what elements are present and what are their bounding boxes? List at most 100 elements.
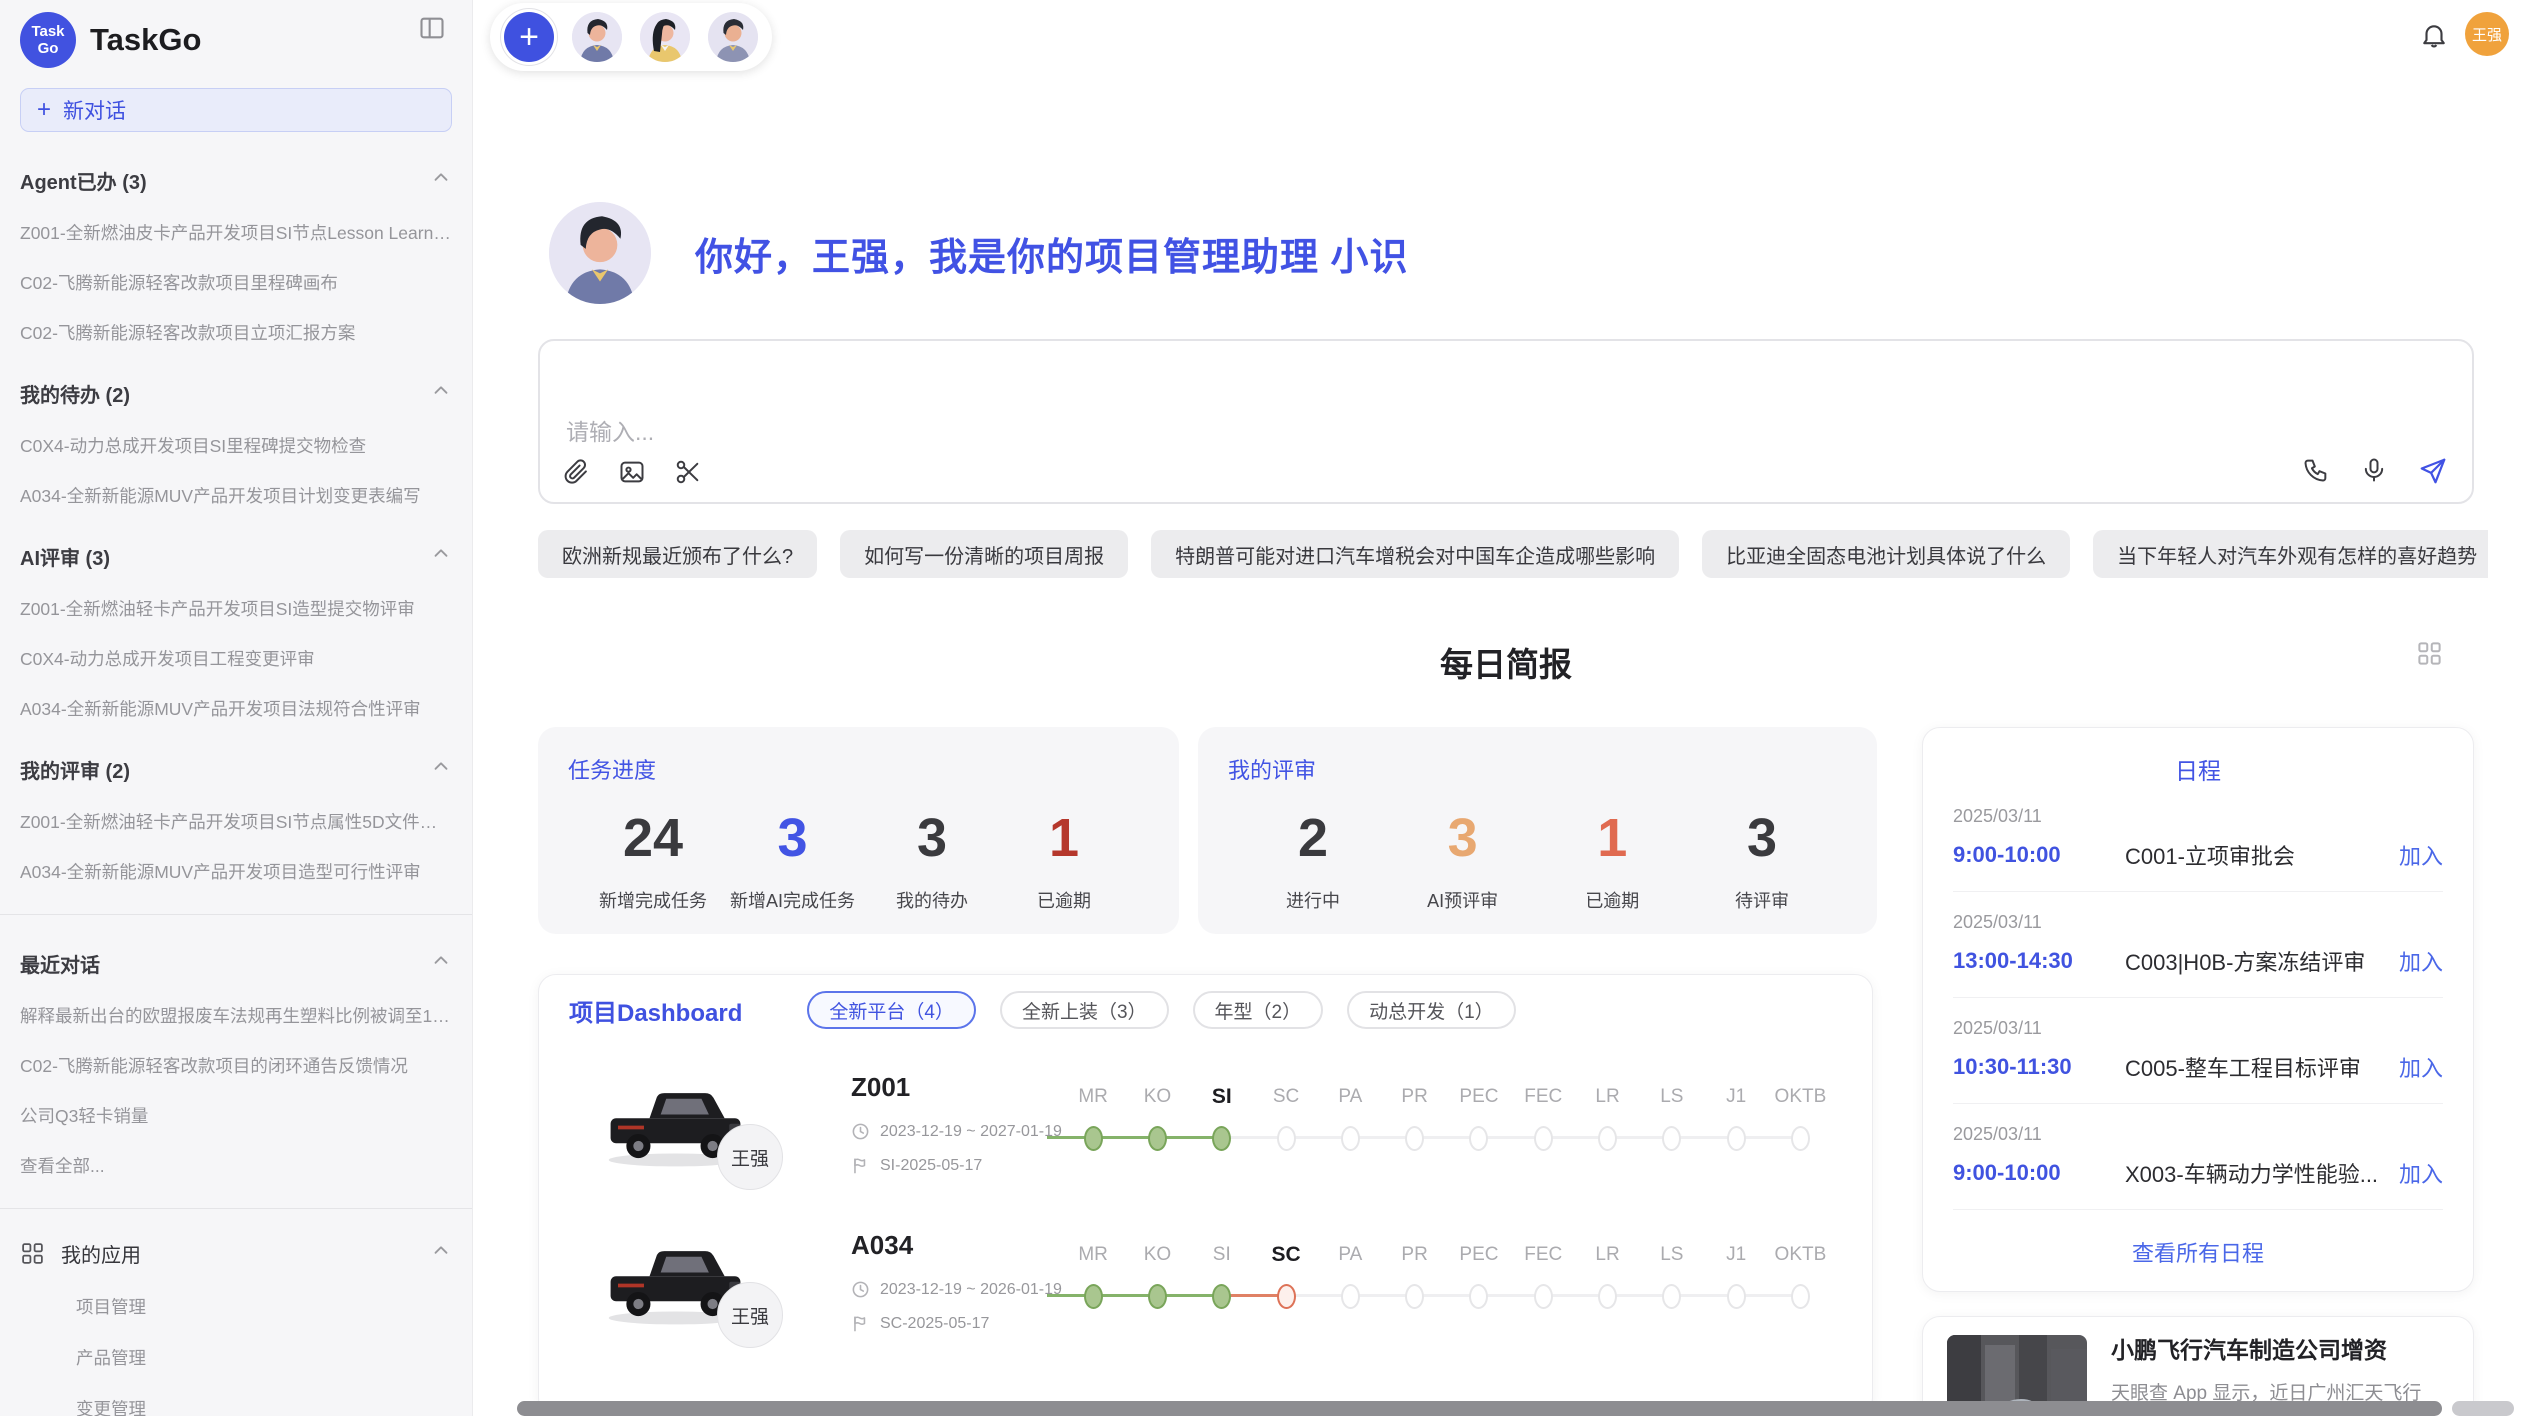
scissors-icon[interactable] [674,458,702,486]
horizontal-scrollbar[interactable] [517,1401,2442,1416]
milestone-dot[interactable] [1277,1284,1296,1309]
milestone-dot[interactable] [1727,1126,1746,1151]
join-link[interactable]: 加入 [2399,945,2443,977]
stat-item: 3AI预评审 [1408,807,1518,913]
stat-label: AI预评审 [1408,887,1518,913]
sidebar-section-header[interactable]: 我的待办 (2) [20,379,452,408]
bell-icon[interactable] [2419,20,2449,50]
plus-icon: + [37,100,51,120]
sidebar-item[interactable]: 公司Q3轻卡销量 [20,1103,452,1128]
milestone-dot[interactable] [1727,1284,1746,1309]
layout-grid-icon[interactable] [2416,640,2443,667]
chevron-up-icon[interactable] [430,1240,452,1267]
sidebar-item[interactable]: C0X4-动力总成开发项目工程变更评审 [20,646,452,671]
sidebar-section-header[interactable]: Agent已办 (3) [20,166,452,195]
milestone-dot[interactable] [1598,1126,1617,1151]
sidebar-app-item[interactable]: 变更管理 [76,1396,452,1416]
add-agent-button[interactable]: + [504,12,554,62]
milestone-dot[interactable] [1405,1284,1424,1309]
paperclip-icon[interactable] [562,458,590,486]
suggestion-chip[interactable]: 特朗普可能对进口汽车增税会对中国车企造成哪些影响 [1151,530,1679,578]
phone-icon[interactable] [2302,456,2330,486]
new-chat-button[interactable]: + 新对话 [20,88,452,132]
milestone-dot[interactable] [1212,1126,1231,1151]
sidebar-item[interactable]: Z001-全新燃油皮卡产品开发项目SI节点Lesson Learn报告 [20,220,452,245]
sidebar-item[interactable]: C02-飞腾新能源轻客改款项目立项汇报方案 [20,320,452,345]
sidebar-collapse-icon[interactable] [418,14,446,42]
chevron-up-icon[interactable] [430,950,452,977]
milestone-dot[interactable] [1662,1284,1681,1309]
mic-icon[interactable] [2360,456,2388,486]
milestone-dot[interactable] [1534,1284,1553,1309]
milestone-dot[interactable] [1469,1126,1488,1151]
suggestion-chip[interactable]: 如何写一份清晰的项目周报 [840,530,1128,578]
dashboard-tab[interactable]: 年型（2） [1193,991,1324,1029]
sidebar-item[interactable]: C02-飞腾新能源轻客改款项目里程碑画布 [20,270,452,295]
join-link[interactable]: 加入 [2399,1051,2443,1083]
image-icon[interactable] [618,458,646,486]
agent-avatar-2[interactable] [640,12,690,62]
milestone-dot[interactable] [1662,1126,1681,1151]
milestone-label: SI [1190,1084,1254,1110]
project-code: Z001 [851,1072,910,1103]
sidebar-item[interactable]: C02-飞腾新能源轻客改款项目的闭环通告反馈情况 [20,1053,452,1078]
sidebar-item[interactable]: A034-全新新能源MUV产品开发项目法规符合性评审 [20,696,452,721]
sidebar-item[interactable]: A034-全新新能源MUV产品开发项目计划变更表编写 [20,483,452,508]
stat-label: 待评审 [1707,887,1817,913]
sidebar-app-item[interactable]: 项目管理 [76,1294,452,1319]
stat-item: 3待评审 [1707,807,1817,913]
chat-input[interactable]: 请输入... [538,339,2474,504]
milestone-dot[interactable] [1084,1284,1103,1309]
chevron-up-icon[interactable] [430,543,452,570]
agent-avatar-1[interactable] [572,12,622,62]
join-link[interactable]: 加入 [2399,839,2443,871]
view-all-schedule-link[interactable]: 查看所有日程 [1953,1236,2443,1268]
suggestion-chip[interactable]: 比亚迪全固态电池计划具体说了什么 [1702,530,2070,578]
milestone-dot[interactable] [1341,1284,1360,1309]
milestone-dot[interactable] [1405,1126,1424,1151]
sidebar-item[interactable]: Z001-全新燃油轻卡产品开发项目SI造型提交物评审 [20,596,452,621]
milestone-dot[interactable] [1598,1284,1617,1309]
dashboard-tab[interactable]: 动总开发（1） [1347,991,1516,1029]
sidebar-item-my-apps[interactable]: 我的应用 [20,1239,452,1268]
milestone-dot[interactable] [1084,1126,1103,1151]
sidebar-item[interactable]: Z001-全新燃油轻卡产品开发项目SI节点属性5D文件评审 [20,809,452,834]
schedule-date: 2025/03/11 [1953,912,2443,933]
chevron-up-icon[interactable] [430,380,452,407]
project-row: 王强A0342023-12-19 ~ 2026-01-19SC-2025-05-… [569,1228,1844,1380]
sidebar-item[interactable]: 解释最新出台的欧盟报废车法规再生塑料比例被调至15%... [20,1003,452,1028]
stat-value: 24 [598,807,708,869]
suggestion-chip[interactable]: 当下年轻人对汽车外观有怎样的喜好趋势 [2093,530,2488,578]
sidebar-app-item[interactable]: 产品管理 [76,1345,452,1370]
sidebar-section-header[interactable]: 我的评审 (2) [20,755,452,784]
send-icon[interactable] [2418,456,2448,486]
chevron-up-icon[interactable] [430,756,452,783]
sidebar-item[interactable]: C0X4-动力总成开发项目SI里程碑提交物检查 [20,433,452,458]
sidebar-item[interactable]: 查看全部... [20,1153,452,1178]
user-avatar[interactable]: 王强 [2465,12,2509,56]
schedule-row: 10:30-11:30C005-整车工程目标评审加入 [1953,1051,2443,1083]
join-link[interactable]: 加入 [2399,1157,2443,1189]
dashboard-tab[interactable]: 全新平台（4） [807,991,976,1029]
sidebar-section-header[interactable]: 最近对话 [20,949,452,978]
chevron-up-icon[interactable] [430,167,452,194]
milestone-dot[interactable] [1341,1126,1360,1151]
milestone-dot[interactable] [1791,1126,1810,1151]
milestone: SC [1254,1084,1318,1151]
agent-avatar-3[interactable] [708,12,758,62]
milestone-dot[interactable] [1212,1284,1231,1309]
milestone-dot[interactable] [1791,1284,1810,1309]
sidebar-section-header[interactable]: AI评审 (3) [20,542,452,571]
milestone-dot[interactable] [1277,1126,1296,1151]
clock-icon [851,1280,870,1299]
milestone-dot[interactable] [1148,1284,1167,1309]
milestone-dot[interactable] [1534,1126,1553,1151]
card-title: 我的评审 [1228,753,1847,785]
dashboard-tab[interactable]: 全新上装（3） [1000,991,1169,1029]
milestone-dot[interactable] [1469,1284,1488,1309]
schedule-time: 9:00-10:00 [1953,842,2125,868]
my-review-card: 我的评审 2进行中3AI预评审1已逾期3待评审 [1198,727,1877,934]
suggestion-chip[interactable]: 欧洲新规最近颁布了什么? [538,530,817,578]
milestone-dot[interactable] [1148,1126,1167,1151]
sidebar-item[interactable]: A034-全新新能源MUV产品开发项目造型可行性评审 [20,859,452,884]
